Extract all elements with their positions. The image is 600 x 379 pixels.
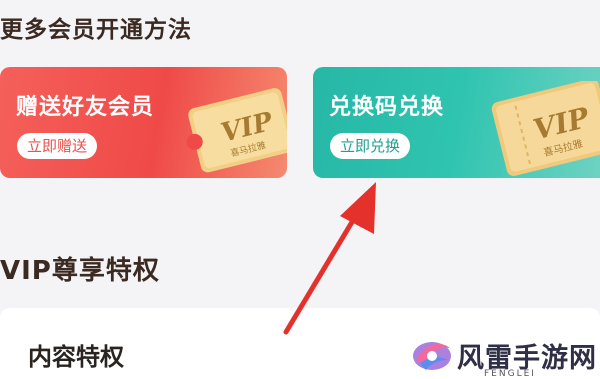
watermark-logo-icon (413, 342, 451, 370)
watermark: 风雷手游网 FENGLEI (410, 330, 600, 379)
vip-privileges-title: VIP尊享特权 (0, 256, 160, 286)
ticket-icon: VIP 喜马拉雅 (186, 88, 287, 173)
gift-now-button[interactable]: 立即赠送 (17, 133, 98, 159)
arrow-annotation (283, 182, 376, 335)
redeem-code-label: 兑换码兑换 (329, 95, 445, 120)
ticket-icon: VIP 喜马拉雅 (491, 81, 600, 176)
content-privilege-title: 内容特权 (28, 343, 124, 371)
watermark-subtitle: FENGLEI (484, 369, 536, 379)
gift-member-card[interactable]: 赠送好友会员 立即赠送 VIP 喜马拉雅 (0, 67, 287, 178)
gift-member-label: 赠送好友会员 (16, 95, 155, 120)
redeem-code-card[interactable]: 兑换码兑换 立即兑换 VIP 喜马拉雅 (313, 67, 600, 178)
more-methods-title: 更多会员开通方法 (0, 17, 192, 43)
redeem-now-button[interactable]: 立即兑换 (330, 133, 411, 159)
